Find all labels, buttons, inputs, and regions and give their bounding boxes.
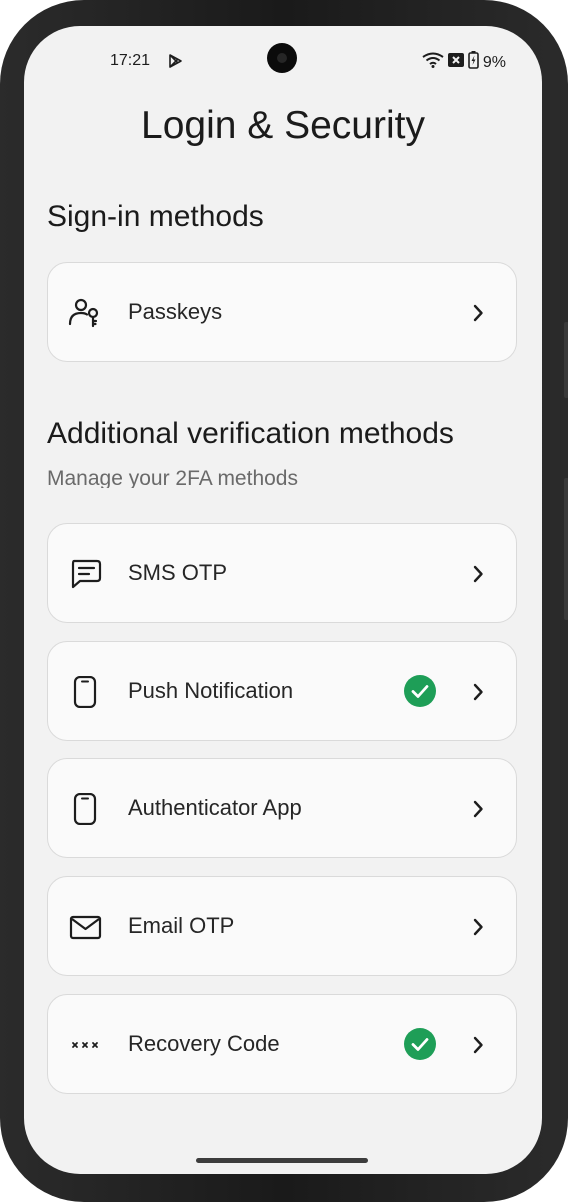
chevron-right-icon: [466, 301, 490, 325]
chevron-right-icon: [466, 1033, 490, 1057]
sms-otp-item[interactable]: SMS OTP: [47, 523, 517, 623]
play-icon: [167, 53, 183, 74]
additional-section-title: Additional verification methods: [47, 417, 454, 450]
verified-check-icon: [404, 675, 436, 707]
home-indicator[interactable]: [196, 1158, 368, 1163]
passkeys-label: Passkeys: [128, 299, 223, 324]
password-dots-icon: [68, 1029, 104, 1061]
passkeys-item[interactable]: Passkeys: [47, 262, 517, 362]
sms-otp-label: SMS OTP: [128, 560, 228, 585]
authenticator-app-label: Authenticator App: [128, 795, 302, 820]
authenticator-app-item[interactable]: Authenticator App: [47, 758, 517, 858]
battery-percent: 9%: [482, 53, 506, 71]
notification-x-icon: [447, 52, 465, 73]
wifi-icon: [422, 52, 444, 73]
chevron-right-icon: [466, 797, 490, 821]
chevron-right-icon: [466, 680, 490, 704]
volume-button: [564, 322, 568, 398]
email-otp-label: Email OTP: [128, 913, 235, 938]
chevron-right-icon: [466, 915, 490, 939]
chevron-right-icon: [466, 562, 490, 586]
push-notification-label: Push Notification: [128, 678, 294, 703]
verified-check-icon: [404, 1028, 436, 1060]
status-icons: 9%: [422, 51, 506, 74]
front-camera: [267, 43, 297, 73]
recovery-code-label: Recovery Code: [128, 1031, 280, 1056]
push-notification-item[interactable]: Push Notification: [47, 641, 517, 741]
sign-in-section-title: Sign-in methods: [47, 200, 264, 233]
passkey-icon: [68, 297, 104, 329]
additional-section-subtitle: Manage your 2FA methods: [47, 467, 298, 488]
screen: 17:21 9% Login & Security Sign-in method…: [24, 26, 542, 1174]
mail-icon: [68, 911, 104, 943]
power-button: [564, 478, 568, 620]
phone-frame: 17:21 9% Login & Security Sign-in method…: [0, 0, 568, 1202]
status-bar: 17:21 9%: [24, 26, 542, 96]
phone-icon: [68, 675, 104, 709]
battery-charging-icon: [468, 51, 479, 74]
email-otp-item[interactable]: Email OTP: [47, 876, 517, 976]
page-title: Login & Security: [141, 104, 425, 147]
recovery-code-item[interactable]: Recovery Code: [47, 994, 517, 1094]
status-time: 17:21: [110, 52, 151, 69]
chat-icon: [68, 558, 104, 590]
phone-icon: [68, 792, 104, 826]
